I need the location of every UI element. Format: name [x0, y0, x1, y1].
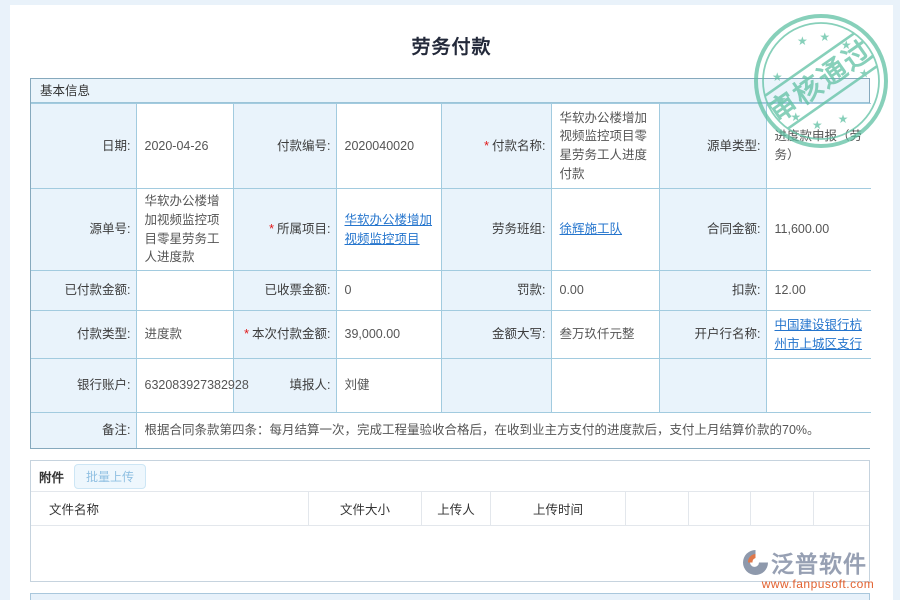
bank-account-label: 银行账户: — [31, 359, 136, 413]
page-title: 劳务付款 — [10, 32, 893, 59]
reporter-value: 刘健 — [336, 359, 441, 413]
basic-info-section-title: 基本信息 — [31, 79, 869, 103]
col-empty — [814, 492, 869, 525]
invoiced-amount-value: 0 — [336, 271, 441, 311]
source-no-label: 源单号: — [31, 189, 136, 271]
fine-label: 罚款: — [441, 271, 551, 311]
required-star: * — [244, 327, 249, 341]
payment-type-value: 进度款 — [136, 311, 233, 359]
batch-upload-button[interactable]: 批量上传 — [74, 464, 146, 489]
deduction-value: 12.00 — [766, 271, 871, 311]
required-star: * — [484, 139, 489, 153]
empty-value-cell — [766, 359, 871, 413]
labor-team-value: 徐辉施工队 — [551, 189, 659, 271]
project-label: *所属项目: — [233, 189, 336, 271]
brand-url: www.fanpusoft.com — [742, 577, 894, 591]
remark-label: 备注: — [31, 413, 136, 448]
col-empty — [626, 492, 689, 525]
project-link[interactable]: 华软办公楼增加视频监控项目 — [345, 213, 433, 246]
attachments-title: 附件 — [39, 467, 64, 486]
payment-no-value: 2020040020 — [336, 104, 441, 189]
paid-amount-label: 已付款金额: — [31, 271, 136, 311]
basic-info-table: 日期: 2020-04-26 付款编号: 2020040020 *付款名称: 华… — [31, 103, 871, 448]
bank-name-value: 中国建设银行杭州市上城区支行 — [766, 311, 871, 359]
empty-label-cell — [441, 359, 551, 413]
basic-info-panel: 基本信息 日期: 2020-04-26 付款编号: 2020040020 *付款… — [30, 78, 870, 449]
empty-value-cell — [551, 359, 659, 413]
date-label: 日期: — [31, 104, 136, 189]
current-amount-label: *本次付款金额: — [233, 311, 336, 359]
remark-value: 根据合同条款第四条：每月结算一次，完成工程量验收合格后，在收到业主方支付的进度款… — [136, 413, 871, 448]
bank-account-value: 632083927382928 — [136, 359, 233, 413]
col-empty — [751, 492, 814, 525]
bank-name-label: 开户行名称: — [659, 311, 766, 359]
current-amount-value: 39,000.00 — [336, 311, 441, 359]
labor-team-label: 劳务班组: — [441, 189, 551, 271]
labor-team-link[interactable]: 徐辉施工队 — [560, 222, 623, 236]
col-uploader: 上传人 — [422, 492, 491, 525]
col-upload-time: 上传时间 — [491, 492, 626, 525]
required-star: * — [269, 222, 274, 236]
deduction-label: 扣款: — [659, 271, 766, 311]
col-empty — [689, 492, 751, 525]
amount-words-label: 金额大写: — [441, 311, 551, 359]
date-value: 2020-04-26 — [136, 104, 233, 189]
contract-amount-value: 11,600.00 — [766, 189, 871, 271]
payment-name-value: 华软办公楼增加视频监控项目零星劳务工人进度付款 — [551, 104, 659, 189]
source-no-value: 华软办公楼增加视频监控项目零星劳务工人进度款 — [136, 189, 233, 271]
fine-value: 0.00 — [551, 271, 659, 311]
payment-no-label: 付款编号: — [233, 104, 336, 189]
paid-amount-value — [136, 271, 233, 311]
payment-name-label: *付款名称: — [441, 104, 551, 189]
next-section-header — [30, 593, 870, 600]
content-card: 劳务付款 基本信息 日期: 2020-04-26 付款编号: 202004002… — [10, 5, 893, 600]
source-type-label: 源单类型: — [659, 104, 766, 189]
attachments-column-headers: 文件名称 文件大小 上传人 上传时间 — [31, 491, 869, 526]
attachments-header: 附件 批量上传 — [31, 461, 869, 491]
col-file-name: 文件名称 — [31, 492, 309, 525]
project-value: 华软办公楼增加视频监控项目 — [336, 189, 441, 271]
payment-type-label: 付款类型: — [31, 311, 136, 359]
source-type-value: 进度款申报（劳务） — [766, 104, 871, 189]
empty-label-cell — [659, 359, 766, 413]
contract-amount-label: 合同金额: — [659, 189, 766, 271]
brand-name: 泛普软件 — [771, 545, 867, 579]
brand-watermark: 泛普软件 www.fanpusoft.com — [742, 545, 894, 591]
amount-words-value: 叁万玖仟元整 — [551, 311, 659, 359]
col-file-size: 文件大小 — [309, 492, 422, 525]
fanpu-logo-icon — [742, 549, 769, 576]
invoiced-amount-label: 已收票金额: — [233, 271, 336, 311]
bank-name-link[interactable]: 中国建设银行杭州市上城区支行 — [775, 318, 863, 351]
